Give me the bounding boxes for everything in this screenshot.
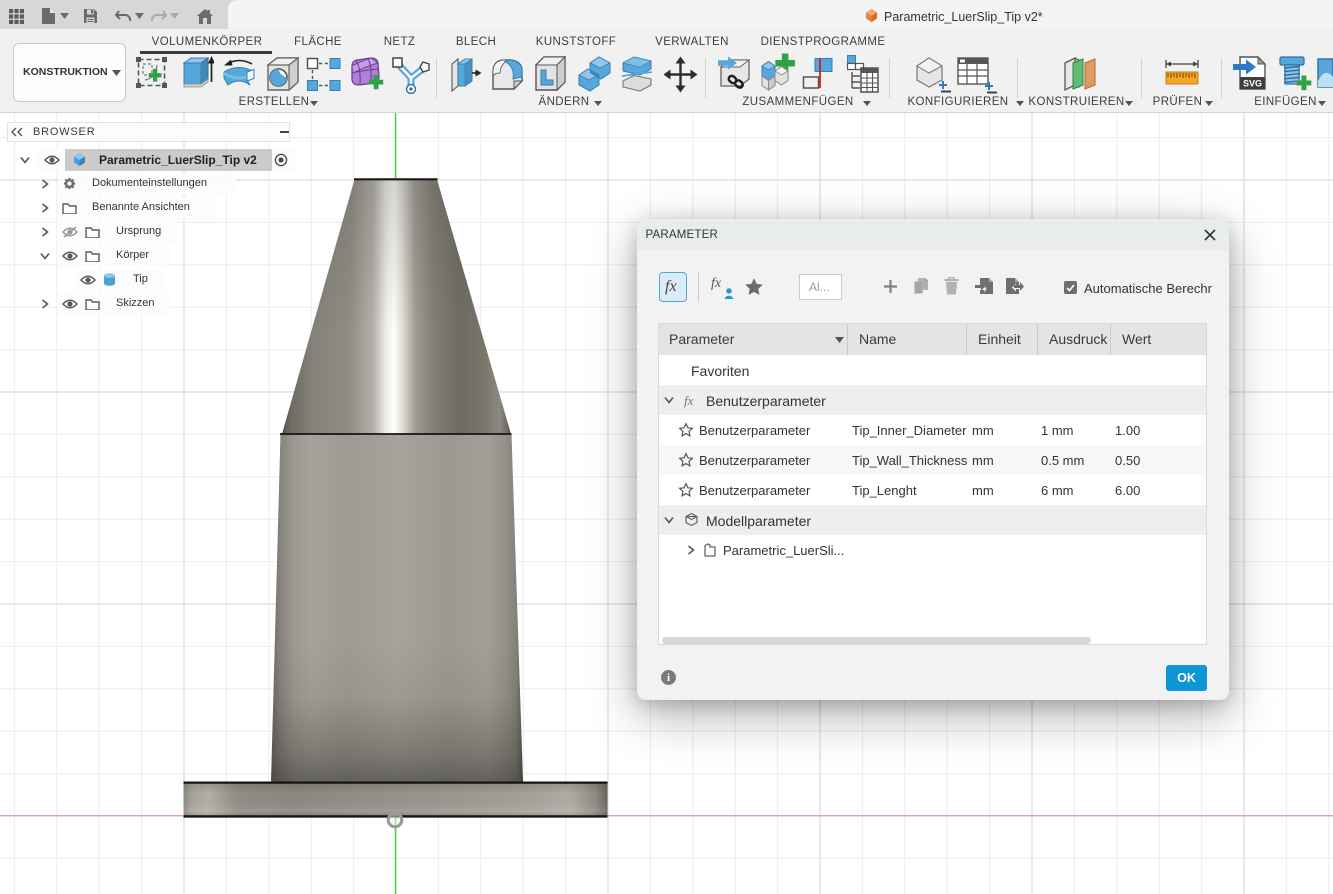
svg-text:SVG: SVG: [1243, 79, 1262, 89]
